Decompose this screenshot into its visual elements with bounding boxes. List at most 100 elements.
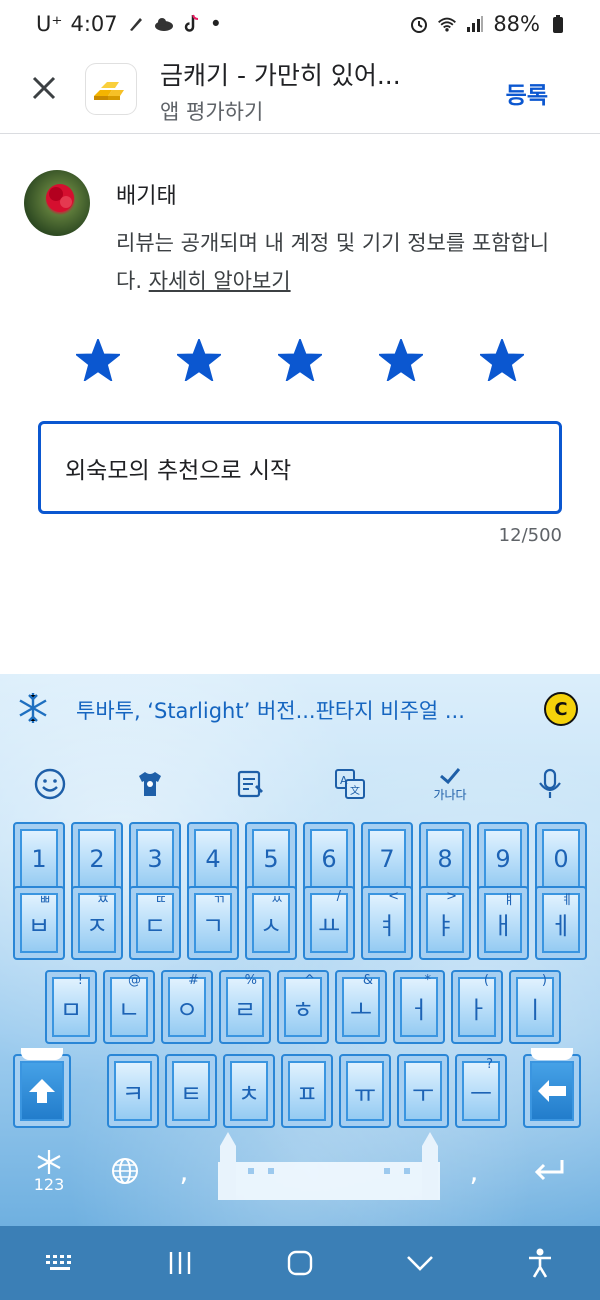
keyboard-toolbar: A文 가나다 <box>0 746 600 822</box>
key-ㅍ[interactable]: ㅍ <box>281 1054 333 1128</box>
key-ㅕ[interactable]: ㅕ < <box>361 886 413 960</box>
key-7[interactable]: 7 <box>361 822 413 896</box>
snowflake-icon <box>37 1149 61 1174</box>
translate-button[interactable]: A文 <box>320 754 380 814</box>
key-label: ㅠ <box>353 1079 377 1108</box>
key-9[interactable]: 9 <box>477 822 529 896</box>
key-5[interactable]: 5 <box>245 822 297 896</box>
snowflake-icon[interactable] <box>16 691 50 729</box>
keyboard-bottom-row: 123 , , <box>0 1124 600 1214</box>
key-label: ㅡ <box>469 1079 493 1108</box>
comma-key-left[interactable]: , <box>162 1142 206 1200</box>
star-4[interactable] <box>373 332 429 388</box>
key-3[interactable]: 3 <box>129 822 181 896</box>
key-ㅌ[interactable]: ㅌ <box>165 1054 217 1128</box>
key-ㄴ[interactable]: ㄴ @ <box>103 970 155 1044</box>
shift-key[interactable] <box>13 1048 71 1128</box>
coin-badge[interactable]: C <box>544 692 578 726</box>
close-icon <box>32 76 56 100</box>
review-text-value: 외숙모의 추천으로 시작 <box>65 457 292 484</box>
key-ㄱ[interactable]: ㄱㄲ <box>187 886 239 960</box>
language-key[interactable] <box>100 1142 150 1200</box>
key-ㅛ[interactable]: ㅛ / <box>303 886 355 960</box>
char-counter: 12/500 <box>498 525 562 546</box>
key-ㅜ[interactable]: ㅜ <box>397 1054 449 1128</box>
key-ㅔ[interactable]: ㅔㅖ <box>535 886 587 960</box>
key-ㅇ[interactable]: ㅇ # <box>161 970 213 1044</box>
theme-button[interactable] <box>120 754 180 814</box>
page-subtitle: 앱 평가하기 <box>160 100 264 124</box>
star-2[interactable] <box>171 332 227 388</box>
key-ㅏ[interactable]: ㅏ( <box>451 970 503 1044</box>
text-edit-button[interactable] <box>220 754 280 814</box>
key-alt-label: ㅆ <box>271 893 283 908</box>
tshirt-icon <box>139 772 161 796</box>
key-8[interactable]: 8 <box>419 822 471 896</box>
key-ㅎ[interactable]: ㅎ ^ <box>277 970 329 1044</box>
key-alt-label: ㅃ <box>39 893 51 908</box>
key-label: ㄱ <box>201 911 225 940</box>
key-4[interactable]: 4 <box>187 822 239 896</box>
consonant-row-1: ㅂㅃㅈㅉㄷㄸㄱㄲㅅㅆㅛ / ㅕ < ㅑ > ㅐㅒㅔㅖ <box>0 886 600 960</box>
news-suggestion[interactable]: 투바투, ‘Starlight’ 버전...판타지 비주얼 ... <box>76 695 465 725</box>
key-2[interactable]: 2 <box>71 822 123 896</box>
key-ㅗ[interactable]: ㅗ & <box>335 970 387 1044</box>
back-button[interactable] <box>390 1233 450 1293</box>
key-ㅊ[interactable]: ㅊ <box>223 1054 275 1128</box>
key-6[interactable]: 6 <box>303 822 355 896</box>
key-0[interactable]: 0 <box>535 822 587 896</box>
key-ㄷ[interactable]: ㄷㄸ <box>129 886 181 960</box>
key-label: ㅅ <box>259 911 283 940</box>
key-1[interactable]: 1 <box>13 822 65 896</box>
emoji-button[interactable] <box>20 754 80 814</box>
backspace-key[interactable] <box>523 1048 581 1128</box>
key-label: ㅔ <box>549 911 573 940</box>
key-alt-label: > <box>446 889 457 904</box>
key-ㅁ[interactable]: ㅁ! <box>45 970 97 1044</box>
keyboard-hide-button[interactable] <box>30 1233 90 1293</box>
key-label: ㅁ <box>59 995 83 1024</box>
battery-percent: 88% <box>493 12 540 36</box>
key-ㅅ[interactable]: ㅅㅆ <box>245 886 297 960</box>
key-label: ㅏ <box>465 995 489 1024</box>
key-ㅑ[interactable]: ㅑ > <box>419 886 471 960</box>
learn-more-link[interactable]: 자세히 알아보기 <box>149 269 291 293</box>
key-ㅡ[interactable]: ㅡ? <box>455 1054 507 1128</box>
key-ㅂ[interactable]: ㅂㅃ <box>13 886 65 960</box>
symbols-key[interactable]: 123 <box>12 1142 86 1200</box>
comma-key-right[interactable]: , <box>452 1142 496 1200</box>
key-alt-label: % <box>244 973 257 988</box>
gold-bars-icon <box>94 82 124 100</box>
home-button[interactable] <box>270 1233 330 1293</box>
tiktok-icon <box>182 14 202 34</box>
key-label: ㅋ <box>121 1079 145 1108</box>
star-5[interactable] <box>474 332 530 388</box>
star-3[interactable] <box>272 332 328 388</box>
key-ㅣ[interactable]: ㅣ) <box>509 970 561 1044</box>
key-ㅓ[interactable]: ㅓ * <box>393 970 445 1044</box>
key-ㅋ[interactable]: ㅋ <box>107 1054 159 1128</box>
enter-key[interactable] <box>512 1142 588 1200</box>
microphone-icon <box>539 768 561 798</box>
accessibility-button[interactable] <box>510 1233 570 1293</box>
submit-button[interactable]: 등록 <box>506 76 548 110</box>
key-alt-label: / <box>336 889 341 904</box>
key-ㅈ[interactable]: ㅈㅉ <box>71 886 123 960</box>
space-key[interactable] <box>218 1128 440 1200</box>
chevron-down-icon <box>407 1256 433 1271</box>
key-ㄹ[interactable]: ㄹ% <box>219 970 271 1044</box>
star-1[interactable] <box>70 332 126 388</box>
key-label: ㅑ <box>433 911 457 940</box>
key-ㅐ[interactable]: ㅐㅒ <box>477 886 529 960</box>
voice-input-button[interactable] <box>520 754 580 814</box>
key-label: 9 <box>495 845 511 873</box>
close-button[interactable] <box>26 70 62 106</box>
recent-apps-button[interactable] <box>150 1233 210 1293</box>
key-label: 1 <box>31 845 47 873</box>
key-ㅠ[interactable]: ㅠ <box>339 1054 391 1128</box>
spell-check-button[interactable]: 가나다 <box>420 754 480 814</box>
review-text-input[interactable]: 외숙모의 추천으로 시작 <box>38 421 562 514</box>
consonant-row-2: ㅁ! ㄴ @ ㅇ # ㄹ% ㅎ ^ ㅗ & ㅓ * ㅏ(ㅣ) <box>0 970 600 1044</box>
key-label: ㅍ <box>295 1079 319 1108</box>
key-label: ㅓ <box>407 995 431 1024</box>
